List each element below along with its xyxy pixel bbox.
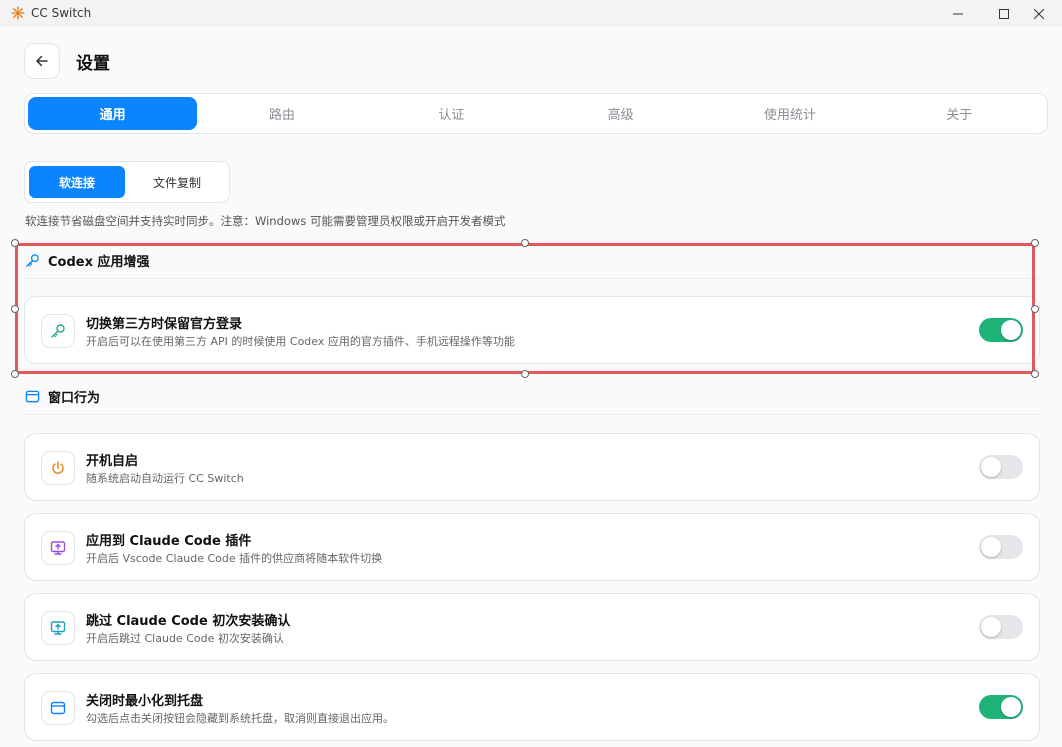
tab-general[interactable]: 通用 <box>28 97 198 130</box>
minimize-to-tray-toggle[interactable] <box>979 695 1023 719</box>
selection-handle[interactable] <box>11 370 19 378</box>
app-title: CC Switch <box>31 6 92 20</box>
monitor-icon <box>41 611 75 645</box>
link-mode-hint: 软连接节省磁盘空间并支持实时同步。注意：Windows 可能需要管理员权限或开启… <box>25 214 506 228</box>
setting-description: 随系统启动自动运行 CC Switch <box>86 472 244 485</box>
toggle-knob <box>981 537 1001 557</box>
symlink-option[interactable]: 软连接 <box>29 166 125 198</box>
toggle-knob <box>981 617 1001 637</box>
arrow-left-icon <box>36 55 48 67</box>
key-icon <box>24 253 40 269</box>
launch-at-startup-row: 开机自启 随系统启动自动运行 CC Switch <box>24 433 1040 501</box>
window-icon <box>41 691 75 725</box>
toggle-knob <box>1001 320 1021 340</box>
selection-handle[interactable] <box>11 239 19 247</box>
codex-section-header: Codex 应用增强 <box>24 243 1040 279</box>
window-section-header: 窗口行为 <box>24 379 1040 415</box>
toggle-knob <box>1001 697 1021 717</box>
setting-title: 应用到 Claude Code 插件 <box>86 534 252 549</box>
selection-handle[interactable] <box>521 239 529 247</box>
skip-claude-install-confirm-toggle[interactable] <box>979 615 1023 639</box>
minimize-to-tray-row: 关闭时最小化到托盘 勾选后点击关闭按钮会隐藏到系统托盘，取消则直接退出应用。 <box>24 673 1040 741</box>
keep-official-login-toggle[interactable] <box>979 318 1023 342</box>
apply-claude-plugin-toggle[interactable] <box>979 535 1023 559</box>
setting-title: 关闭时最小化到托盘 <box>86 694 204 709</box>
tab-auth[interactable]: 认证 <box>367 97 536 130</box>
key-icon <box>41 314 75 348</box>
selection-handle[interactable] <box>1031 370 1039 378</box>
skip-claude-install-confirm-row: 跳过 Claude Code 初次安装确认 开启后跳过 Claude Code … <box>24 593 1040 661</box>
apply-claude-plugin-row: 应用到 Claude Code 插件 开启后 Vscode Claude Cod… <box>24 513 1040 581</box>
power-icon <box>41 451 75 485</box>
keep-official-login-row: 切换第三方时保留官方登录 开启后可以在使用第三方 API 的时候使用 Codex… <box>24 296 1040 364</box>
close-icon <box>1034 8 1044 19</box>
setting-description: 开启后 Vscode Claude Code 插件的供应商将随本软件切换 <box>86 552 383 565</box>
minimize-icon <box>953 13 963 14</box>
title-bar: CC Switch <box>0 0 1062 27</box>
maximize-icon <box>999 8 1009 19</box>
close-window-button[interactable] <box>1016 0 1062 27</box>
section-title: 窗口行为 <box>48 391 101 406</box>
settings-tabs: 通用 路由 认证 高级 使用统计 关于 <box>24 93 1048 134</box>
window-icon <box>24 389 40 405</box>
link-mode-switch: 软连接 文件复制 <box>24 161 230 203</box>
tab-usage-stats[interactable]: 使用统计 <box>705 97 874 130</box>
setting-title: 跳过 Claude Code 初次安装确认 <box>86 614 291 629</box>
tab-routing[interactable]: 路由 <box>197 97 366 130</box>
toggle-knob <box>981 457 1001 477</box>
back-button[interactable] <box>24 43 60 79</box>
app-logo-icon <box>11 6 25 20</box>
selection-handle[interactable] <box>1031 305 1039 313</box>
minimize-button[interactable] <box>935 0 981 27</box>
setting-title: 切换第三方时保留官方登录 <box>86 317 243 332</box>
file-copy-option[interactable]: 文件复制 <box>129 166 225 198</box>
selection-handle[interactable] <box>11 305 19 313</box>
monitor-icon <box>41 531 75 565</box>
tab-about[interactable]: 关于 <box>875 97 1044 130</box>
section-title: Codex 应用增强 <box>48 255 150 270</box>
tab-advanced[interactable]: 高级 <box>536 97 705 130</box>
setting-title: 开机自启 <box>86 454 139 469</box>
selection-handle[interactable] <box>1031 239 1039 247</box>
selection-handle[interactable] <box>521 370 529 378</box>
setting-description: 勾选后点击关闭按钮会隐藏到系统托盘，取消则直接退出应用。 <box>86 712 394 725</box>
launch-at-startup-toggle[interactable] <box>979 455 1023 479</box>
setting-description: 开启后可以在使用第三方 API 的时候使用 Codex 应用的官方插件、手机远程… <box>86 335 515 348</box>
settings-page: 设置 通用 路由 认证 高级 使用统计 关于 软连接 文件复制 软连接节省磁盘空… <box>0 27 1062 747</box>
page-title: 设置 <box>76 54 110 74</box>
setting-description: 开启后跳过 Claude Code 初次安装确认 <box>86 632 284 645</box>
app-window: CC Switch 设置 通用 路由 认证 高级 使用统计 关于 软连接 文件复 <box>0 0 1062 747</box>
